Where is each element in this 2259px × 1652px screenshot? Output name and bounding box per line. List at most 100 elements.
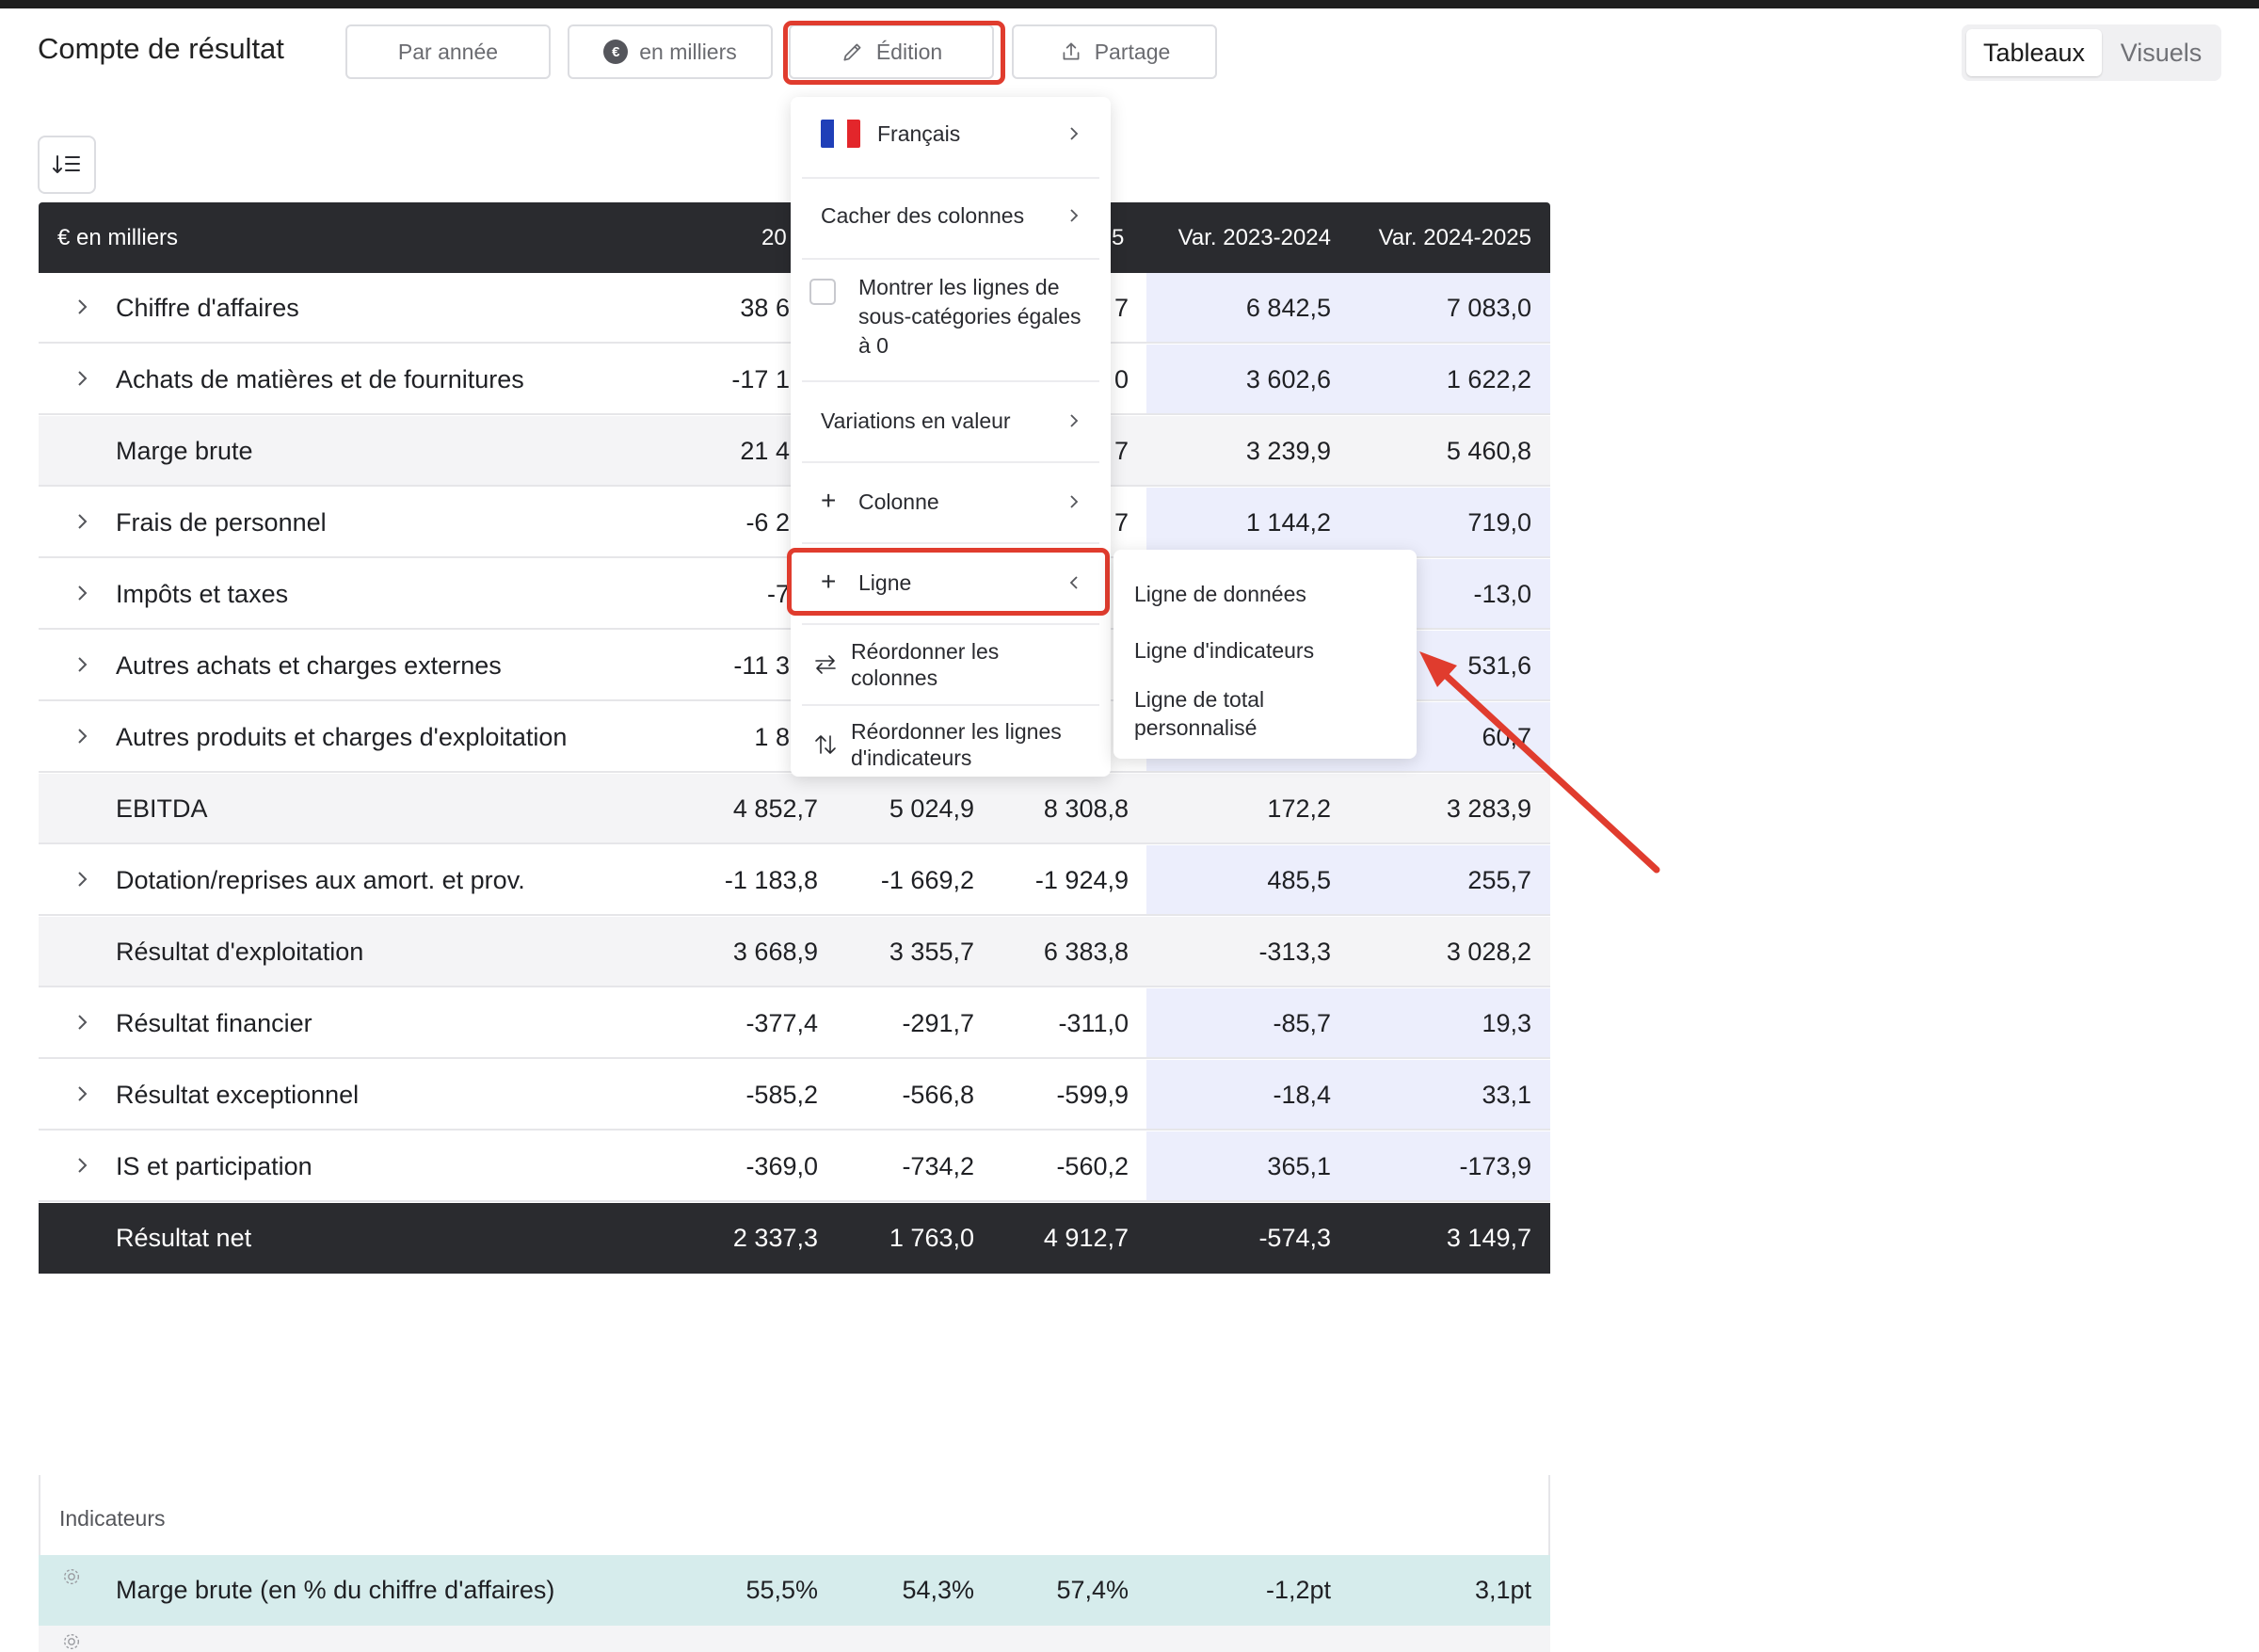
units-label: en milliers — [639, 39, 737, 64]
submenu-indicator-row[interactable]: Ligne d'indicateurs — [1134, 636, 1314, 665]
menu-reorder-rows-label-2: d'indicateurs — [851, 746, 972, 770]
chevron-right-icon[interactable] — [72, 726, 93, 746]
chevron-right-icon[interactable] — [72, 1012, 93, 1033]
chevron-right-icon[interactable] — [72, 869, 93, 890]
chevron-right-icon[interactable] — [72, 1083, 93, 1104]
cell-value: 7 — [1113, 437, 1129, 465]
next-indicator-row — [39, 1626, 1550, 1652]
cell-value: 7 083,0 — [1446, 294, 1531, 322]
gear-icon[interactable] — [61, 1566, 82, 1587]
cell-value: 6 842,5 — [1245, 294, 1331, 322]
row-label: Achats de matières et de fournitures — [116, 365, 524, 393]
cell-value: 60,7 — [1482, 723, 1531, 751]
cell-value: 3 668,9 — [732, 938, 818, 966]
cell-value: -311,0 — [1058, 1009, 1129, 1037]
menu-row-label: Ligne — [858, 570, 912, 595]
cell-value: 365,1 — [1267, 1152, 1331, 1180]
indicator-row[interactable]: Marge brute (en % du chiffre d'affaires)… — [39, 1555, 1550, 1626]
cell-value: -85,7 — [1273, 1009, 1331, 1037]
table-row[interactable]: Résultat exceptionnel -585,2 -566,8 -599,9 -… — [39, 1060, 1550, 1131]
cell-value: 1 144,2 — [1245, 508, 1331, 537]
menu-language-label: Français — [877, 121, 961, 146]
page-title: Compte de résultat — [38, 32, 284, 65]
submenu-data-row[interactable]: Ligne de données — [1134, 580, 1306, 608]
table-row: Résultat net 2 337,3 1 763,0 4 912,7 -574,3 3… — [39, 1203, 1550, 1274]
cell-value: 255,7 — [1467, 866, 1531, 894]
col-header-units: € en milliers — [57, 225, 179, 250]
cell-value: -173,9 — [1459, 1152, 1531, 1180]
chevron-right-icon[interactable] — [72, 368, 93, 389]
submenu-custom-total-row-2[interactable]: personnalisé — [1134, 714, 1257, 742]
table-row: Résultat d'exploitation 3 668,9 3 355,7 6 3… — [39, 917, 1550, 987]
menu-item-variations[interactable]: Variations en valeur — [791, 382, 1111, 461]
menu-column-label: Colonne — [858, 489, 939, 514]
cell-value: 3 283,9 — [1446, 794, 1531, 823]
show-zero-rows-checkbox[interactable] — [809, 279, 836, 305]
cell-value: 3 602,6 — [1245, 365, 1331, 393]
menu-item-reorder-columns[interactable]: Réordonner les colonnes — [791, 625, 1111, 704]
cell-value: 172,2 — [1267, 794, 1331, 823]
indicator-value: -1,2pt — [1265, 1576, 1331, 1604]
chevron-right-icon[interactable] — [72, 583, 93, 603]
cell-value: 3 028,2 — [1446, 938, 1531, 966]
row-label: Impôts et taxes — [116, 580, 289, 608]
share-button[interactable]: Partage — [1012, 24, 1217, 79]
menu-item-hide-columns[interactable]: Cacher des colonnes — [791, 179, 1111, 258]
table-row[interactable]: IS et participation -369,0 -734,2 -560,2 365… — [39, 1131, 1550, 1202]
cell-value: 5 024,9 — [889, 794, 974, 823]
menu-item-show-zero-rows[interactable]: Montrer les lignes de sous-catégories ég… — [791, 260, 1111, 380]
pencil-icon — [843, 43, 861, 61]
chevron-right-icon[interactable] — [72, 511, 93, 532]
menu-item-row[interactable]: + Ligne — [791, 544, 1111, 623]
chevron-right-icon[interactable] — [72, 1155, 93, 1176]
cell-value: 4 852,7 — [732, 794, 818, 823]
cell-value: -599,9 — [1056, 1081, 1129, 1109]
indicator-value: 55,5% — [745, 1576, 818, 1604]
top-bar — [0, 0, 2259, 8]
chevron-right-icon[interactable] — [72, 297, 93, 317]
table-row[interactable]: Résultat financier -377,4 -291,7 -311,0 -85,… — [39, 988, 1550, 1059]
chevron-right-icon — [1070, 127, 1079, 140]
cell-value: -560,2 — [1056, 1152, 1129, 1180]
by-year-label: Par année — [397, 39, 499, 64]
menu-item-language[interactable]: Français — [791, 97, 1111, 178]
cell-value: 3 355,7 — [889, 938, 974, 966]
row-submenu: Ligne de données Ligne d'indicateurs Lig… — [1113, 550, 1417, 759]
menu-hide-columns-label: Cacher des colonnes — [821, 203, 1025, 228]
cell-value: 8 308,8 — [1043, 794, 1129, 823]
row-label: IS et participation — [116, 1152, 312, 1180]
table-row[interactable]: Dotation/reprises aux amort. et prov. -1 … — [39, 845, 1550, 916]
menu-reorder-rows-label-1: Réordonner les lignes — [851, 719, 1062, 744]
submenu-custom-total-row-1[interactable]: Ligne de total — [1134, 685, 1264, 714]
indicator-value: 54,3% — [902, 1576, 974, 1604]
tab-visuals[interactable]: Visuels — [2106, 29, 2217, 76]
cell-value: -291,7 — [902, 1009, 974, 1037]
cell-value: -1 183,8 — [724, 866, 818, 894]
share-icon — [1063, 42, 1080, 60]
menu-item-reorder-indicator-rows[interactable]: Réordonner les lignes d'indicateurs — [791, 706, 1111, 777]
share-label: Partage — [1094, 39, 1171, 64]
cell-value: 6 383,8 — [1043, 938, 1129, 966]
chevron-left-icon — [1069, 576, 1078, 589]
menu-show-zero-label-2: sous-catégories égales — [858, 304, 1081, 329]
gear-icon[interactable] — [61, 1631, 82, 1652]
french-flag-icon — [821, 120, 860, 148]
by-year-button[interactable]: Par année — [345, 24, 551, 79]
cell-value: 5 460,8 — [1446, 437, 1531, 465]
chevron-right-icon[interactable] — [72, 654, 93, 675]
edit-label: Édition — [875, 39, 943, 64]
row-label: Frais de personnel — [116, 508, 327, 537]
chevron-right-icon — [1070, 209, 1079, 222]
tab-tables[interactable]: Tableaux — [1966, 29, 2102, 76]
row-label: Dotation/reprises aux amort. et prov. — [116, 866, 525, 894]
cell-value: 33,1 — [1482, 1081, 1531, 1109]
cell-value: 7 — [1113, 508, 1129, 537]
menu-item-column[interactable]: + Colonne — [791, 463, 1111, 542]
cell-value: 0 — [1113, 365, 1129, 393]
plus-icon: + — [821, 567, 837, 596]
menu-show-zero-label-1: Montrer les lignes de — [858, 275, 1060, 299]
euro-icon: € — [603, 40, 629, 64]
units-button[interactable]: € en milliers — [568, 24, 773, 79]
sort-button[interactable] — [38, 136, 96, 194]
edit-button[interactable]: Édition — [789, 24, 994, 79]
